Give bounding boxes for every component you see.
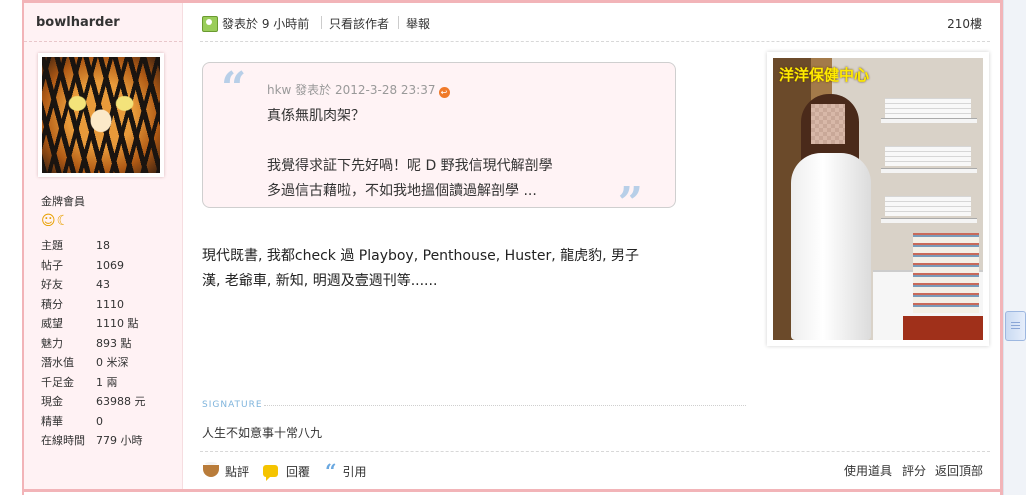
stat-label: 千足金 (41, 375, 74, 389)
score-link[interactable]: 評分 (902, 462, 926, 479)
user-sidebar: bowlharder 金牌會員 ☺☾ 主題 18 帖子 1069 好友 43 積分 11… (24, 3, 183, 489)
stat-value: 0 (96, 414, 103, 428)
floor-number[interactable]: 210樓 (947, 15, 982, 32)
only-author-link[interactable]: 只看該作者 (329, 15, 389, 32)
stat-value[interactable]: 18 (96, 236, 110, 256)
report-link[interactable]: 舉報 (406, 15, 430, 32)
stat-value: 63988 元 (96, 395, 146, 408)
quote-button[interactable]: “ 引用 (325, 459, 367, 483)
coffee-cup-icon (203, 462, 219, 477)
signature-divider (264, 405, 746, 406)
post-header: 發表於 9 小時前 只看該作者 舉報 210樓 (200, 10, 990, 38)
avatar[interactable] (42, 57, 160, 173)
left-gutter (0, 0, 24, 495)
stat-digest: 精華 0 (41, 412, 146, 432)
quote-block: “ hkw 發表於 2012-3-28 23:37 ↩ 真係無肌肉架？ 我覺得求証… (202, 62, 676, 229)
quote-author-time: hkw 發表於 2012-3-28 23:37 (267, 83, 436, 97)
rate-label: 點評 (225, 464, 250, 479)
signature-text: 人生不如意事十常八九 (202, 426, 323, 440)
stat-label: 積分 (41, 297, 63, 311)
stat-prestige: 威望 1110 點 (41, 314, 146, 334)
towels (885, 98, 971, 118)
ad-image[interactable]: 洋洋保健中心 (773, 58, 983, 340)
divider (200, 451, 990, 452)
signature-label: SIGNATURE (202, 400, 263, 410)
stat-value: 1110 點 (96, 317, 139, 330)
stat-label: 潛水值 (41, 356, 74, 369)
stat-label: 現金 (41, 395, 63, 408)
username[interactable]: bowlharder (36, 15, 120, 30)
scrollbar-thumb[interactable] (1005, 311, 1026, 341)
stat-value[interactable]: 43 (96, 275, 110, 295)
shelf (881, 218, 977, 223)
stat-label: 精華 (41, 414, 63, 428)
towels (885, 146, 971, 166)
stat-topics: 主題 18 (41, 236, 146, 256)
stat-online-time: 在線時間 779 小時 (41, 431, 146, 451)
separator (398, 16, 399, 29)
online-status-icon (202, 16, 218, 32)
stat-friends: 好友 43 (41, 275, 146, 295)
stat-cash: 現金 63988 元 (41, 392, 146, 412)
shelf (881, 168, 977, 173)
stat-value: 1110 (96, 297, 124, 311)
quote-line: 我覺得求証下先好喎！呢 D 野我信現代解剖學 (267, 158, 553, 174)
quote-label: 引用 (342, 464, 367, 479)
stat-label: 魅力 (41, 336, 63, 350)
stat-value: 0 米深 (96, 356, 129, 369)
message-line: 現代既書, 我都check 過 Playboy, Penthouse, Hust… (202, 248, 640, 264)
stat-value: 893 點 (96, 336, 132, 350)
speech-bubble-icon (263, 465, 278, 481)
stat-value: 1 兩 (96, 375, 118, 389)
reply-label: 回覆 (286, 464, 311, 479)
ad-title: 洋洋保健中心 (779, 66, 870, 84)
stat-label: 帖子 (41, 258, 63, 272)
goto-post-icon[interactable]: ↩ (438, 87, 450, 98)
grip-icon (1011, 321, 1020, 329)
quote-line: 多過信古藉啦，不如我地搵個讀過解剖學 ... (267, 183, 537, 199)
stat-label: 好友 (41, 278, 63, 291)
stat-gold: 千足金 1 兩 (41, 373, 146, 393)
ad-image-frame: 洋洋保健中心 (767, 52, 989, 346)
stat-value[interactable]: 1069 (96, 256, 124, 276)
open-quote-icon: “ (221, 63, 247, 114)
figure-face (811, 104, 845, 144)
vertical-scrollbar[interactable] (1003, 0, 1026, 495)
separator (321, 16, 322, 29)
divider (24, 41, 182, 42)
towels (885, 196, 971, 216)
reply-button[interactable]: 回覆 (263, 462, 311, 481)
user-rank[interactable]: 金牌會員 (41, 193, 85, 209)
figure-coat (791, 153, 871, 340)
stat-posts: 帖子 1069 (41, 256, 146, 276)
shelf (881, 118, 977, 123)
stat-points: 積分 1110 (41, 295, 146, 315)
rug (903, 316, 983, 340)
stat-label: 主題 (41, 239, 63, 252)
close-quote-icon: ” (617, 178, 643, 229)
books (913, 233, 979, 313)
stat-label: 在線時間 (41, 434, 85, 447)
stat-label: 威望 (41, 317, 63, 330)
stat-value: 779 小時 (96, 434, 143, 447)
use-tool-link[interactable]: 使用道具 (844, 462, 892, 479)
quote-line: 真係無肌肉架？ (267, 108, 365, 124)
posted-time: 發表於 9 小時前 (222, 17, 310, 31)
back-to-top-link[interactable]: 返回頂部 (935, 462, 983, 479)
user-stats: 主題 18 帖子 1069 好友 43 積分 1110 威望 1110 點 魅力 893 點… (41, 236, 146, 451)
quote-meta: hkw 發表於 2012-3-28 23:37 ↩ (267, 81, 450, 98)
stat-charm: 魅力 893 點 (41, 334, 146, 354)
rank-icons: ☺☾ (41, 213, 71, 229)
divider (200, 41, 990, 42)
rate-button[interactable]: 點評 (203, 462, 249, 480)
quote-icon: “ (325, 459, 337, 483)
stat-lurk: 潛水值 0 米深 (41, 353, 146, 373)
bottom-border (22, 489, 1000, 492)
avatar-frame (38, 53, 164, 177)
message-line: 漢, 老爺車, 新知, 明週及壹週刊等...... (202, 273, 438, 289)
